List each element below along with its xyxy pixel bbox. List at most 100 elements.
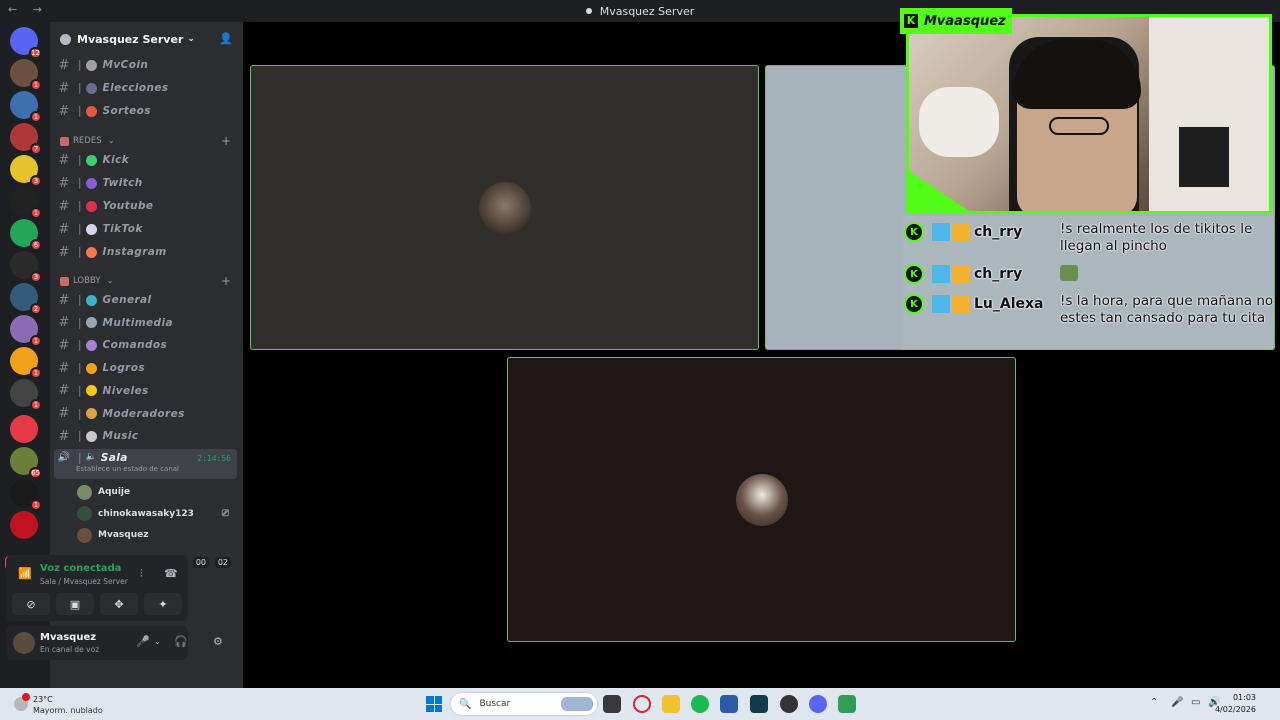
add-channel-icon[interactable]: + — [221, 134, 231, 148]
camera-off-button[interactable]: ⊘ — [12, 593, 50, 615]
channel-niveles[interactable]: # | Niveles — [54, 381, 237, 401]
channel-emoji-icon — [85, 246, 97, 258]
crown-badge-icon — [952, 265, 970, 283]
crown-badge-icon — [952, 295, 970, 313]
spotify-icon[interactable] — [691, 695, 709, 713]
server-icon[interactable]: 7 — [10, 123, 42, 155]
server-icon[interactable]: 2 — [10, 283, 42, 315]
channel-separator: | — [78, 316, 82, 329]
nav-arrows[interactable]: ← → — [8, 3, 48, 16]
chevron-down-icon[interactable]: ⌄ — [154, 637, 161, 646]
server-icon[interactable]: 1 — [10, 347, 42, 379]
webcam-feed — [906, 14, 1272, 214]
channel-instagram[interactable]: # | Instagram — [54, 242, 237, 262]
game-controller-icon: ⎚ — [221, 508, 229, 519]
chat-user: Lu_Alexa — [974, 296, 1044, 312]
video-tile-1[interactable] — [250, 65, 759, 350]
search-input[interactable]: 🔍 Buscar — [450, 692, 598, 716]
app-icon[interactable] — [838, 695, 856, 713]
channel-label: Instagram — [102, 246, 167, 258]
server-icon[interactable]: 6 — [10, 219, 42, 251]
channel-elecciones[interactable]: # | Elecciones — [54, 78, 237, 98]
channel-separator: | — [78, 384, 82, 397]
server-icon[interactable]: 1 — [10, 59, 42, 91]
channel-music[interactable]: # | Music — [54, 426, 237, 446]
category-redes[interactable]: REDES ⌄ + — [60, 134, 235, 148]
server-icon — [60, 33, 71, 45]
voice-user[interactable]: Aquije — [77, 483, 237, 501]
start-button[interactable] — [426, 696, 442, 712]
soundboard-icon: ✦ — [158, 597, 168, 611]
server-icon[interactable]: 1 — [10, 91, 42, 123]
channel-twitch[interactable]: # | Twitch — [54, 173, 237, 193]
channel-mvcoin[interactable]: # | MvCoin — [54, 55, 237, 75]
badge-icon — [932, 295, 950, 313]
video-tile-3[interactable] — [507, 357, 1016, 642]
server-icon[interactable]: 3 — [10, 251, 42, 283]
server-icon[interactable]: 1 — [10, 379, 42, 411]
channel-multimedia[interactable]: # | Multimedia — [54, 313, 237, 333]
discord-icon[interactable] — [809, 695, 827, 713]
category-lobby[interactable]: LOBBY ⌄ + — [60, 274, 235, 288]
channel-label: General — [102, 294, 152, 306]
voice-status-subtitle[interactable]: Sala / Mvasquez Server — [40, 577, 128, 586]
voice-channel-sala[interactable]: 🔊 | 🔈 Sala 2:14:56 Establece un estado de can… — [54, 449, 237, 479]
channel-youtube[interactable]: # | Youtube — [54, 196, 237, 216]
network-icon[interactable]: ▭ — [1191, 697, 1200, 708]
channel-logros[interactable]: # | Logros — [54, 358, 237, 378]
notification-badge: 1 — [30, 207, 42, 219]
obs-icon[interactable] — [780, 695, 798, 713]
search-icon: 🔍 — [459, 698, 472, 710]
voice-user-name: Mvasquez — [98, 530, 149, 540]
headphones-icon[interactable]: 🎧 — [174, 635, 188, 648]
webcam-plushies — [919, 87, 999, 157]
channel-label: Elecciones — [102, 82, 169, 94]
chevron-up-icon[interactable]: ⌃ — [1150, 697, 1158, 708]
avatar[interactable] — [13, 632, 35, 654]
add-member-icon[interactable]: 👤 — [219, 32, 233, 45]
server-icon[interactable] — [10, 511, 38, 539]
store-icon[interactable] — [720, 695, 738, 713]
weather-widget[interactable]: 23°C Mayorm. nublado — [10, 693, 130, 717]
channel-separator: | — [78, 362, 82, 375]
channel-comandos[interactable]: # | Comandos — [54, 335, 237, 355]
server-icon[interactable]: 1 — [10, 187, 42, 219]
disconnect-icon[interactable]: ☎ — [164, 567, 178, 580]
microphone-icon[interactable]: 🎤 — [136, 635, 150, 648]
channel-emoji-icon — [85, 154, 97, 166]
screen-share-button[interactable]: ▣ — [56, 593, 94, 615]
server-icon[interactable]: 65 — [10, 447, 42, 479]
channel-general[interactable]: # | General — [54, 290, 237, 310]
activities-button[interactable]: ✥ — [100, 593, 138, 615]
server-icon[interactable] — [10, 415, 38, 443]
overlay-corner — [909, 171, 969, 211]
server-name: Mvasquez Server — [77, 32, 184, 46]
channel-sorteos[interactable]: # | Sorteos — [54, 101, 237, 121]
task-view-icon[interactable] — [603, 695, 621, 713]
server-icon[interactable]: 3 — [10, 155, 42, 187]
channel-status[interactable]: Establece un estado de canal — [76, 465, 179, 473]
channel-kick[interactable]: # | Kick — [54, 150, 237, 170]
channel-moderadores[interactable]: # | Moderadores — [54, 404, 237, 424]
channel-tiktok[interactable]: # | TikTok — [54, 219, 237, 239]
file-explorer-icon[interactable] — [662, 695, 680, 713]
notification-badge: 12 — [29, 47, 42, 59]
noise-suppression-icon[interactable]: ⫶ — [140, 567, 143, 581]
opera-icon[interactable] — [633, 695, 651, 713]
terminal-icon[interactable] — [750, 695, 768, 713]
server-icon[interactable]: 1 — [10, 315, 42, 347]
add-channel-icon[interactable]: + — [221, 274, 231, 288]
signal-icon[interactable]: 📶 — [18, 567, 32, 580]
voice-user[interactable]: chinokawasaky123 ⎚ — [77, 505, 237, 523]
server-icon[interactable]: 1 — [10, 479, 42, 511]
channel-emoji-icon — [85, 339, 97, 351]
settings-gear-icon[interactable]: ⚙ — [213, 635, 223, 648]
clock[interactable]: 01:03 4/02/2026 — [1215, 692, 1256, 716]
server-header[interactable]: Mvasquez Server ⌄ 👤 — [50, 22, 243, 56]
server-dot-icon — [585, 8, 592, 14]
microphone-icon[interactable]: 🎤 — [1171, 697, 1183, 708]
server-icon[interactable]: 12 — [10, 27, 42, 59]
notification-badge: 6 — [30, 239, 42, 251]
soundboard-button[interactable]: ✦ — [144, 593, 182, 615]
voice-user[interactable]: Mvasquez — [77, 526, 237, 544]
